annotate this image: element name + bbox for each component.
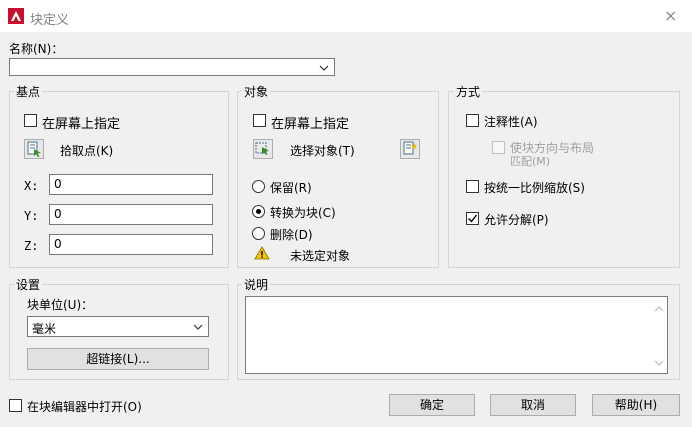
open-in-block-editor-checkbox[interactable] [9,399,22,412]
convert-to-block-radio[interactable] [252,205,265,218]
quick-select-icon [403,141,417,155]
checkmark-icon [468,214,478,223]
settings-title: 设置 [14,276,43,293]
close-icon[interactable]: × [664,6,677,25]
objects-specify-on-screen-checkbox[interactable] [253,114,266,127]
help-button[interactable]: 帮助(H) [592,394,680,416]
retain-label: 保留(R) [270,181,312,195]
select-objects-label: 选择对象(T) [290,144,355,158]
hyperlink-button[interactable]: 超链接(L)... [27,348,209,370]
y-input[interactable]: 0 [49,204,213,225]
delete-label: 删除(D) [270,228,313,242]
match-orientation-checkbox [492,141,505,154]
block-unit-select[interactable]: 毫米 [27,316,209,337]
base-specify-on-screen-checkbox[interactable] [24,114,37,127]
pick-point-button[interactable] [24,139,44,159]
base-specify-on-screen-label: 在屏幕上指定 [42,117,121,132]
annotative-label: 注释性(A) [484,115,538,129]
description-scrollbar[interactable] [650,297,667,373]
scroll-up-icon[interactable] [654,305,664,313]
annotative-checkbox[interactable] [466,114,479,127]
convert-to-block-label: 转换为块(C) [270,206,336,220]
allow-exploding-checkbox[interactable] [466,212,479,225]
scale-uniformly-checkbox[interactable] [466,180,479,193]
select-objects-button[interactable] [253,139,273,159]
base-point-title: 基点 [14,83,43,100]
select-objects-icon [255,142,269,155]
z-input[interactable]: 0 [49,234,213,255]
y-label: Y: [24,209,39,223]
description-title: 说明 [242,276,271,293]
delete-radio[interactable] [252,227,265,240]
no-objects-selected-text: 未选定对象 [290,249,351,263]
scroll-down-icon[interactable] [654,359,664,367]
retain-radio[interactable] [252,180,265,193]
description-textarea[interactable] [245,296,668,374]
chevron-down-icon[interactable] [319,61,329,75]
allow-exploding-label: 允许分解(P) [484,213,549,227]
warning-icon [254,246,270,260]
x-input[interactable]: 0 [49,174,213,195]
open-in-block-editor-label: 在块编辑器中打开(O) [27,400,142,414]
chevron-down-icon[interactable] [193,320,203,334]
pick-point-icon [27,141,41,157]
match-orientation-label-line2: 匹配(M) [510,155,551,168]
block-unit-value: 毫米 [32,322,57,336]
x-label: X: [24,179,39,193]
title-bar [0,0,692,32]
cancel-button[interactable]: 取消 [490,394,576,416]
scale-uniformly-label: 按统一比例缩放(S) [484,181,585,195]
block-unit-label: 块单位(U)： [27,298,94,312]
ok-button[interactable]: 确定 [389,394,475,416]
autocad-app-icon [8,8,24,24]
name-label: 名称(N)： [9,42,64,56]
objects-specify-on-screen-label: 在屏幕上指定 [271,117,350,132]
behavior-title: 方式 [454,83,483,100]
name-combobox[interactable] [9,58,335,76]
quick-select-button[interactable] [400,139,420,159]
window-title: 块定义 [30,13,70,28]
pick-point-label: 拾取点(K) [60,144,114,158]
z-label: Z: [24,239,39,253]
objects-title: 对象 [242,83,271,100]
